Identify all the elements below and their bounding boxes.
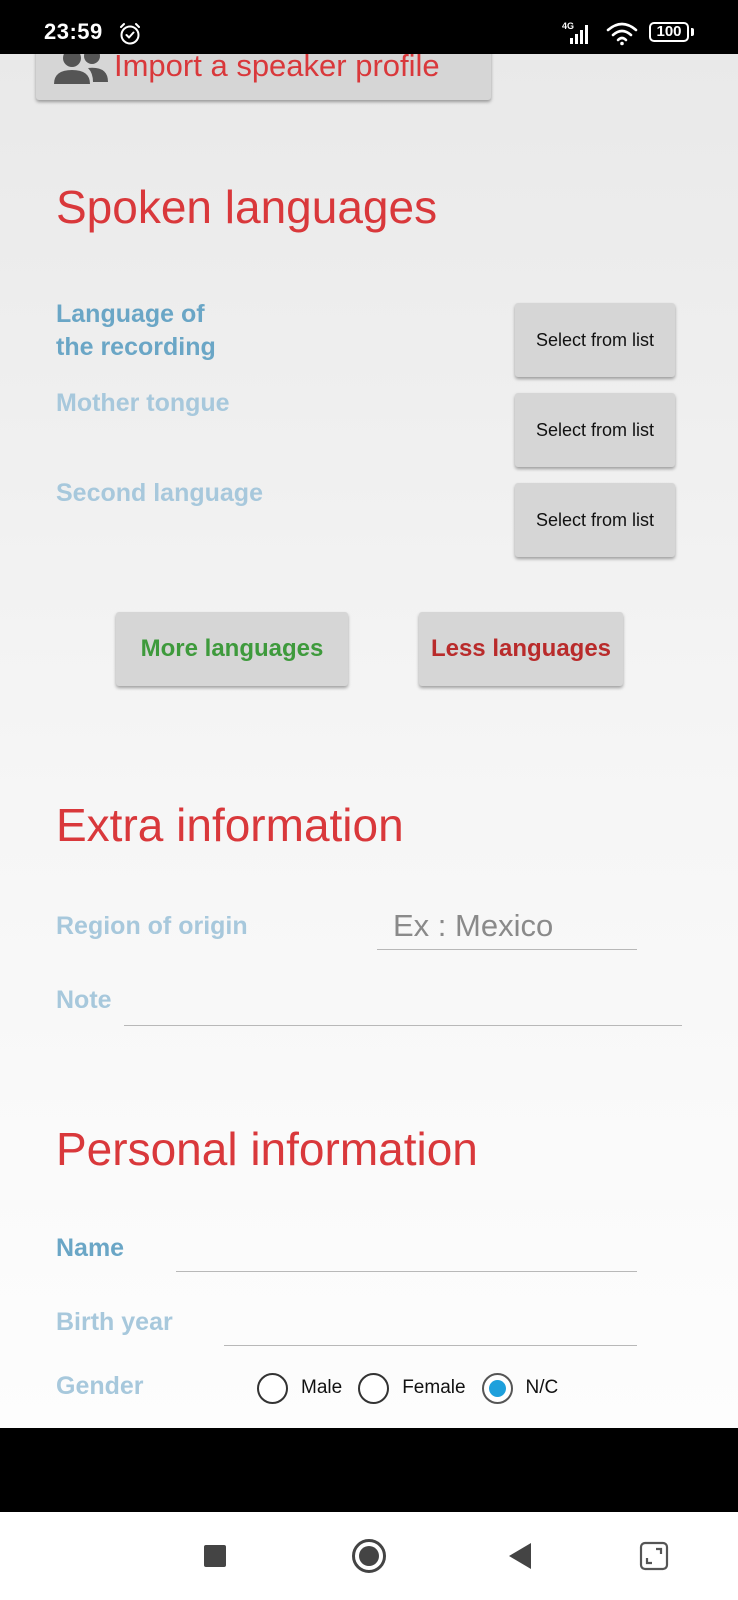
battery-indicator: 100 (649, 22, 689, 42)
battery-tip (691, 28, 694, 36)
note-label: Note (56, 986, 112, 1014)
mother-tongue-select-button[interactable]: Select from list (515, 393, 675, 467)
language-of-recording-label-line2: the recording (56, 333, 216, 361)
radio-male-label: Male (301, 1377, 343, 1398)
recents-button[interactable] (195, 1536, 235, 1576)
mother-tongue-label: Mother tongue (56, 389, 230, 417)
radio-nc-label: N/C (525, 1377, 559, 1398)
language-of-recording-label-line1: Language of (56, 300, 205, 328)
radio-nc-circle[interactable] (481, 1372, 513, 1404)
radio-male-circle[interactable] (257, 1372, 288, 1404)
region-of-origin-input[interactable] (377, 902, 637, 950)
back-button[interactable] (500, 1536, 540, 1576)
name-input[interactable] (176, 1232, 637, 1272)
spoken-languages-title: Spoken languages (56, 181, 438, 233)
less-languages-button[interactable]: Less languages (419, 612, 623, 686)
gender-radio-group: Male Female N/C (257, 1370, 574, 1406)
recents-square-icon (204, 1545, 226, 1567)
import-speaker-profile-button[interactable]: Import a speaker profile (36, 54, 491, 100)
language-of-recording-label: Language of the recording (56, 298, 216, 364)
extra-information-title: Extra information (56, 799, 404, 851)
gender-radio-nc[interactable]: N/C (481, 1372, 575, 1404)
mobile-signal-icon: 4G (562, 21, 588, 44)
home-button[interactable] (349, 1536, 389, 1576)
gender-label: Gender (56, 1372, 144, 1400)
back-triangle-icon (509, 1543, 531, 1569)
birth-year-input[interactable] (224, 1306, 637, 1346)
network-type-text: 4G (562, 21, 574, 31)
more-languages-button[interactable]: More languages (116, 612, 348, 686)
status-time: 23:59 (44, 19, 103, 44)
recording-language-select-button[interactable]: Select from list (515, 303, 675, 377)
import-button-label: Import a speaker profile (114, 54, 440, 83)
users-icon (54, 54, 108, 84)
region-of-origin-label: Region of origin (56, 912, 248, 940)
personal-information-title: Personal information (56, 1123, 478, 1175)
gender-radio-female[interactable]: Female (358, 1372, 481, 1404)
birth-year-label: Birth year (56, 1308, 173, 1336)
wifi-icon (606, 22, 638, 46)
screenshot-button[interactable] (634, 1536, 674, 1576)
speaker-form-screen: Import a speaker profile Spoken language… (0, 54, 738, 1428)
screenshot-corner-icon (639, 1541, 669, 1571)
note-input[interactable] (124, 984, 682, 1026)
system-navigation-bar (0, 1512, 738, 1600)
home-circle-icon (352, 1539, 386, 1573)
black-spacer-bar (0, 1428, 738, 1512)
gender-radio-male[interactable]: Male (257, 1372, 358, 1404)
radio-female-circle[interactable] (358, 1372, 390, 1404)
status-bar: 23:59 4G 100 (0, 0, 738, 54)
alarm-clock-icon (120, 23, 140, 45)
name-label: Name (56, 1234, 125, 1262)
radio-female-label: Female (402, 1377, 466, 1398)
second-language-label: Second language (56, 479, 263, 507)
second-language-select-button[interactable]: Select from list (515, 483, 675, 557)
